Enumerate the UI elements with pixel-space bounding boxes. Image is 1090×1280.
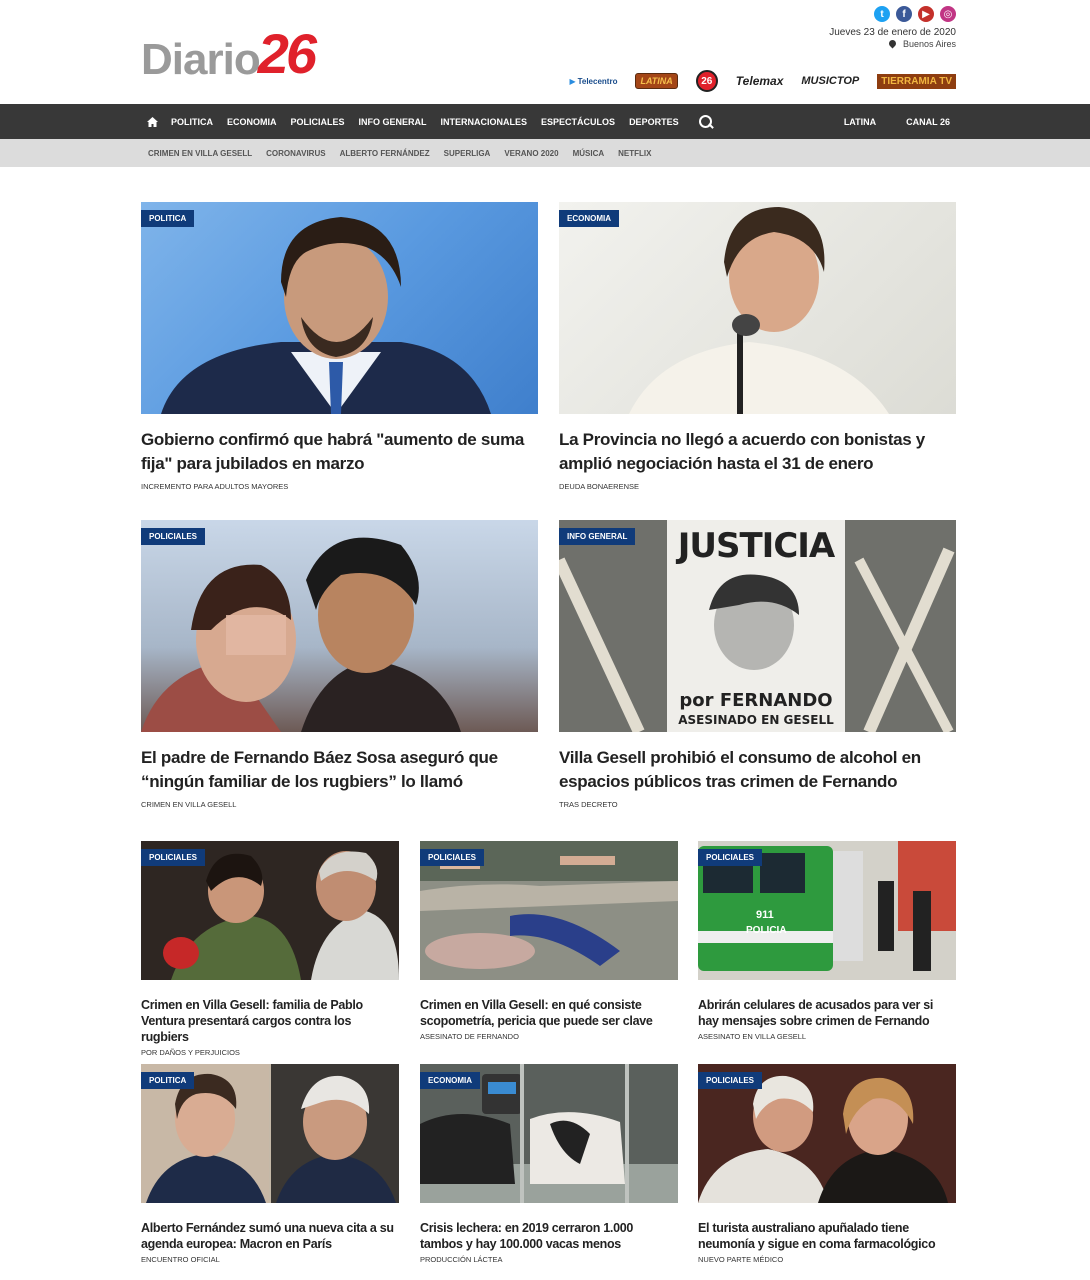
nav-item-deportes[interactable]: DEPORTES	[629, 117, 679, 127]
search-icon[interactable]	[698, 114, 713, 129]
trending-item[interactable]: VERANO 2020	[504, 149, 558, 158]
trending-item[interactable]: CORONAVIRUS	[266, 149, 325, 158]
nav-item-espectaculos[interactable]: ESPECTÁCULOS	[541, 117, 615, 127]
main-nav: POLITICA ECONOMIA POLICIALES INFO GENERA…	[0, 104, 1090, 139]
nav-item-politica[interactable]: POLITICA	[171, 117, 213, 127]
protest-sign-line1: por FERNANDO	[679, 690, 833, 711]
channel-telecentro[interactable]: Telecentro	[569, 77, 618, 86]
article-headline[interactable]: Crisis lechera: en 2019 cerraron 1.000 t…	[420, 1220, 678, 1252]
article-card[interactable]: JUSTICIA por FERNANDO ASESINADO EN GESEL…	[559, 520, 956, 809]
article-kicker: PRODUCCIÓN LÁCTEA	[420, 1255, 503, 1264]
location-pin-icon	[887, 38, 898, 49]
category-tag[interactable]: POLITICA	[141, 1072, 195, 1089]
channel-tierramia[interactable]: TIERRAMIA TV	[877, 73, 956, 89]
article-photo[interactable]: POLITICA	[141, 202, 538, 414]
article-photo[interactable]: ECONOMIA	[420, 1064, 678, 1203]
channel-musictop[interactable]: MUSICTOP	[801, 75, 859, 87]
article-headline[interactable]: Alberto Fernández sumó una nueva cita a …	[141, 1220, 399, 1252]
channel-26[interactable]: 26	[695, 70, 718, 92]
nav-item-info-general[interactable]: INFO GENERAL	[359, 117, 427, 127]
article-photo[interactable]: 911 POLICIA POLICIALES	[698, 841, 956, 980]
article-headline[interactable]: Gobierno confirmó que habrá "aumento de …	[141, 428, 538, 476]
article-kicker: POR DAÑOS Y PERJUICIOS	[141, 1048, 240, 1057]
article-card[interactable]: POLITICA Gobierno confirmó que habrá "au…	[141, 202, 538, 491]
article-photo[interactable]: POLICIALES	[141, 841, 399, 980]
article-photo[interactable]: POLITICA	[141, 1064, 399, 1203]
article-photo[interactable]: JUSTICIA por FERNANDO ASESINADO EN GESEL…	[559, 520, 956, 732]
site-logo[interactable]: Diario 26	[141, 22, 317, 85]
channel-telemax[interactable]: Telemax	[736, 74, 784, 88]
article-photo[interactable]: ECONOMIA	[559, 202, 956, 414]
article-headline[interactable]: El padre de Fernando Báez Sosa aseguró q…	[141, 746, 538, 794]
protest-sign-title: JUSTICIA	[677, 526, 836, 566]
article-kicker: ENCUENTRO OFICIAL	[141, 1255, 220, 1264]
article-kicker: DEUDA BONAERENSE	[559, 482, 640, 491]
article-headline[interactable]: Crimen en Villa Gesell: familia de Pablo…	[141, 997, 399, 1045]
logo-text: Diario	[141, 35, 261, 84]
trending-nav: CRIMEN EN VILLA GESELL CORONAVIRUS ALBER…	[0, 139, 1090, 167]
category-tag[interactable]: POLICIALES	[698, 1072, 763, 1089]
article-card[interactable]: 911 POLICIA POLICIALES Abrirán celulares…	[698, 841, 956, 1041]
category-tag[interactable]: INFO GENERAL	[559, 528, 636, 545]
category-tag[interactable]: POLICIALES	[420, 849, 485, 866]
article-kicker: ASESINATO DE FERNANDO	[420, 1032, 519, 1041]
trending-item[interactable]: NETFLIX	[618, 149, 651, 158]
protest-sign-line2: ASESINADO EN GESELL	[678, 713, 834, 727]
twitter-icon[interactable]: t	[874, 6, 890, 22]
article-headline[interactable]: Villa Gesell prohibió el consumo de alco…	[559, 746, 956, 794]
trending-item[interactable]: ALBERTO FERNÁNDEZ	[340, 149, 430, 158]
van-label: POLICIA	[746, 925, 787, 936]
current-date: Jueves 23 de enero de 2020	[829, 27, 956, 38]
category-tag[interactable]: POLICIALES	[141, 849, 206, 866]
article-card[interactable]: POLICIALES El padre de Fernando Báez Sos…	[141, 520, 538, 809]
article-kicker: TRAS DECRETO	[559, 800, 618, 809]
article-card[interactable]: POLICIALES El turista australiano apuñal…	[698, 1064, 956, 1264]
article-photo[interactable]: POLICIALES	[698, 1064, 956, 1203]
article-kicker: CRIMEN EN VILLA GESELL	[141, 800, 237, 809]
article-kicker: INCREMENTO PARA ADULTOS MAYORES	[141, 482, 289, 491]
logo-number: 26	[257, 22, 317, 85]
van-number: 911	[756, 909, 774, 921]
current-city: Buenos Aires	[887, 38, 956, 49]
article-headline[interactable]: La Provincia no llegó a acuerdo con boni…	[559, 428, 956, 476]
article-card[interactable]: POLICIALES Crimen en Villa Gesell: famil…	[141, 841, 399, 1057]
channel-latina[interactable]: LATINA	[635, 73, 678, 89]
nav-item-policiales[interactable]: POLICIALES	[291, 117, 345, 127]
category-tag[interactable]: POLITICA	[141, 210, 195, 227]
trending-item[interactable]: SUPERLIGA	[444, 149, 491, 158]
trending-item[interactable]: MÚSICA	[573, 149, 605, 158]
facebook-icon[interactable]: f	[896, 6, 912, 22]
nav-item-economia[interactable]: ECONOMIA	[227, 117, 277, 127]
article-headline[interactable]: Abrirán celulares de acusados para ver s…	[698, 997, 956, 1029]
trending-item[interactable]: CRIMEN EN VILLA GESELL	[148, 149, 252, 158]
article-photo[interactable]: POLICIALES	[420, 841, 678, 980]
category-tag[interactable]: ECONOMIA	[420, 1072, 480, 1089]
social-links: t f ▶ ◎	[874, 6, 956, 22]
article-card[interactable]: POLICIALES Crimen en Villa Gesell: en qu…	[420, 841, 678, 1041]
city-label: Buenos Aires	[902, 39, 956, 49]
nav-item-latina[interactable]: LATINA	[844, 117, 876, 127]
category-tag[interactable]: ECONOMIA	[559, 210, 619, 227]
youtube-icon[interactable]: ▶	[918, 6, 934, 22]
channel-links: Telecentro LATINA 26 Telemax MUSICTOP TI…	[569, 70, 956, 92]
article-kicker: NUEVO PARTE MÉDICO	[698, 1255, 784, 1264]
nav-item-internacionales[interactable]: INTERNACIONALES	[441, 117, 528, 127]
home-icon[interactable]	[141, 104, 163, 139]
article-card[interactable]: POLITICA Alberto Fernández sumó una nuev…	[141, 1064, 399, 1264]
article-card[interactable]: ECONOMIA Crisis lechera: en 2019 cerraro…	[420, 1064, 678, 1264]
article-photo[interactable]: POLICIALES	[141, 520, 538, 732]
article-kicker: ASESINATO EN VILLA GESELL	[698, 1032, 807, 1041]
nav-item-canal-26[interactable]: CANAL 26	[906, 117, 950, 127]
article-card[interactable]: ECONOMIA La Provincia no llegó a acuerdo…	[559, 202, 956, 491]
instagram-icon[interactable]: ◎	[940, 6, 956, 22]
category-tag[interactable]: POLICIALES	[141, 528, 206, 545]
site-header: Diario 26 t f ▶ ◎ Jueves 23 de enero de 2…	[0, 0, 1090, 104]
article-headline[interactable]: El turista australiano apuñalado tiene n…	[698, 1220, 956, 1252]
category-tag[interactable]: POLICIALES	[698, 849, 763, 866]
article-headline[interactable]: Crimen en Villa Gesell: en qué consiste …	[420, 997, 678, 1029]
